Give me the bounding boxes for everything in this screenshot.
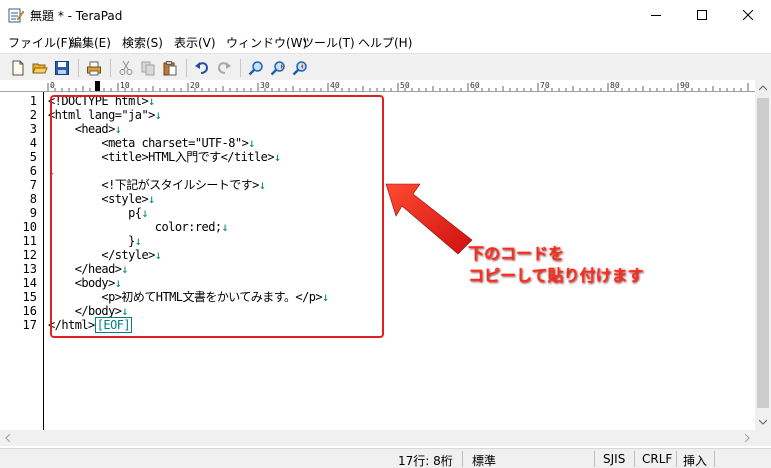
scroll-up-icon[interactable]	[759, 85, 767, 91]
window-title: 無題 * - TeraPad	[30, 9, 123, 23]
menu-bar: ファイル(F) 編集(E) 検索(S) 表示(V) ウィンドウ(W) ツール(T…	[0, 30, 771, 52]
line-number: 15	[22, 290, 37, 304]
new-file-icon	[12, 60, 24, 76]
title-bar: 無題 * - TeraPad	[0, 0, 771, 30]
line-number: 8	[29, 192, 37, 206]
scroll-right-icon[interactable]	[744, 434, 750, 442]
maximize-icon	[697, 10, 707, 20]
minimize-icon	[651, 15, 661, 16]
ruler-label: 80	[610, 81, 620, 90]
toolbar	[0, 53, 771, 80]
annotation-line-2: コピーして貼り付けます	[468, 266, 644, 285]
insert-mode[interactable]: 挿入	[683, 452, 707, 468]
paste-button[interactable]	[160, 58, 180, 78]
find-icon	[248, 61, 263, 76]
code-highlight-box	[50, 95, 384, 338]
ruler-label: 20	[190, 81, 200, 90]
menu-view[interactable]: 表示(V)	[174, 34, 216, 51]
line-number: 4	[29, 136, 37, 150]
size-grip[interactable]	[755, 430, 771, 446]
menu-file[interactable]: ファイル(F)	[8, 34, 72, 51]
edit-mode: 標準	[472, 454, 497, 468]
paste-icon	[163, 61, 177, 76]
save-button[interactable]	[52, 58, 72, 78]
line-number: 12	[22, 248, 37, 262]
line-number: 6	[29, 164, 37, 178]
vertical-scroll-thumb[interactable]	[757, 98, 769, 408]
close-button[interactable]	[725, 0, 771, 30]
vertical-scrollbar[interactable]	[755, 80, 771, 430]
line-number-gutter: 1 2 3 4 5 6 7 8 9 10 11 12 13 14 15 16 17	[0, 92, 44, 430]
find-prev-icon	[292, 61, 307, 76]
notepad-pen-icon	[8, 8, 24, 23]
menu-edit[interactable]: 編集(E)	[70, 34, 111, 51]
print-icon	[87, 61, 101, 76]
cursor-position: 17行: 8桁	[398, 454, 453, 468]
new-file-button[interactable]	[8, 58, 28, 78]
undo-button[interactable]	[192, 58, 212, 78]
find-button[interactable]	[246, 58, 266, 78]
horizontal-scrollbar[interactable]	[0, 430, 755, 446]
ruler-label: 70	[540, 81, 550, 90]
cut-icon	[119, 60, 133, 75]
save-icon	[55, 61, 69, 75]
ruler-label: 50	[400, 81, 410, 90]
menu-window[interactable]: ウィンドウ(W)	[226, 34, 307, 51]
callout-arrow	[385, 183, 473, 255]
line-number: 13	[22, 262, 37, 276]
menu-tools[interactable]: ツール(T)	[302, 34, 355, 51]
find-next-button[interactable]	[268, 58, 288, 78]
column-ruler: 0 10 20 30 40 50 60 70 80 90	[0, 80, 755, 92]
copy-button[interactable]	[138, 58, 158, 78]
menu-search[interactable]: 検索(S)	[122, 34, 163, 51]
line-number: 10	[22, 220, 37, 234]
cursor-column-marker	[95, 81, 100, 91]
ruler-label: 0	[50, 81, 55, 90]
line-number: 9	[29, 206, 37, 220]
line-number: 3	[29, 122, 37, 136]
scroll-left-icon[interactable]	[5, 434, 11, 442]
status-bar: 17行: 8桁 標準 SJIS CRLF 挿入	[0, 448, 771, 468]
line-number: 17	[22, 318, 37, 332]
line-number: 1	[29, 94, 37, 108]
menu-help[interactable]: ヘルプ(H)	[358, 34, 412, 51]
redo-button[interactable]	[214, 58, 234, 78]
line-number: 7	[29, 178, 37, 192]
print-button[interactable]	[84, 58, 104, 78]
encoding[interactable]: SJIS	[603, 452, 625, 466]
find-next-icon	[270, 61, 285, 76]
ruler-label: 90	[680, 81, 690, 90]
find-prev-button[interactable]	[290, 58, 310, 78]
close-icon	[743, 10, 753, 20]
maximize-button[interactable]	[679, 0, 725, 30]
line-number: 11	[22, 234, 37, 248]
ruler-label: 30	[260, 81, 270, 90]
line-number: 2	[29, 108, 37, 122]
annotation-line-1: 下のコードを	[468, 244, 565, 263]
scroll-down-icon[interactable]	[759, 419, 767, 425]
ruler-label: 10	[120, 81, 130, 90]
open-button[interactable]	[30, 58, 50, 78]
minimize-button[interactable]	[633, 0, 679, 30]
newline-type[interactable]: CRLF	[642, 452, 672, 466]
ruler-ticks: 0 10 20 30 40 50 60 70 80 90	[47, 81, 749, 91]
ruler-label: 60	[470, 81, 480, 90]
line-number: 16	[22, 304, 37, 318]
redo-icon	[217, 62, 231, 74]
line-number: 5	[29, 150, 37, 164]
copy-icon	[141, 61, 155, 76]
line-number: 14	[22, 276, 37, 290]
open-folder-icon	[32, 63, 48, 74]
cut-button[interactable]	[116, 58, 136, 78]
annotation-text: 下のコードを コピーして貼り付けます	[468, 243, 644, 287]
undo-icon	[195, 62, 209, 74]
ruler-label: 40	[330, 81, 340, 90]
